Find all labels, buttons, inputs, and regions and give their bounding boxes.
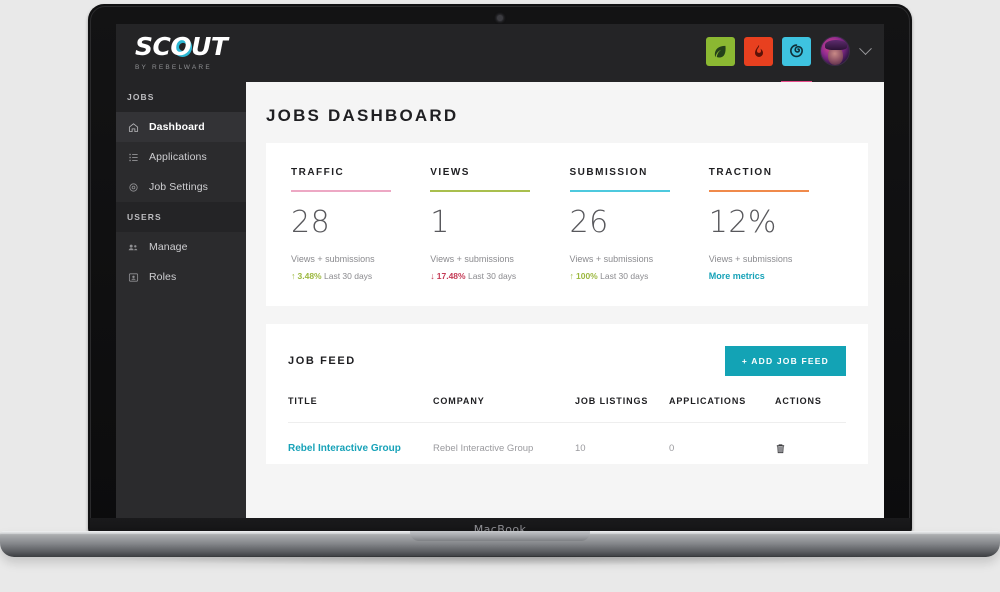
topbar-actions <box>706 36 872 84</box>
screenshot-stage: SCOUT BY REBELWARE JOBS Dashboard Applic… <box>0 0 1000 592</box>
stat-sub: Views + submissions <box>708 253 793 264</box>
page-title: JOBS DASHBOARD <box>266 106 459 125</box>
laptop-shadow <box>60 556 940 566</box>
badge-icon <box>127 271 139 283</box>
column-header-applications: APPLICATIONS <box>669 395 775 423</box>
stat-rule <box>430 190 531 192</box>
stat-sub: Views + submissions <box>569 253 654 264</box>
row-title-link[interactable]: Rebel Interactive Group <box>288 422 433 455</box>
stat-delta-value: 17.48% <box>436 270 466 281</box>
scout-app-icon[interactable] <box>781 36 812 84</box>
sidebar-section-users: USERS <box>116 202 246 232</box>
sidebar-item-label: Manage <box>149 241 188 253</box>
sidebar-item-dashboard[interactable]: Dashboard <box>116 112 246 142</box>
stat-value: 1 <box>430 204 450 240</box>
stat-traction: TRACTION 12% Views + submissions More me… <box>708 167 848 284</box>
more-metrics-link[interactable]: More metrics <box>709 271 765 281</box>
column-header-job-listings: JOB LISTINGS <box>575 395 669 423</box>
sidebar-item-applications[interactable]: Applications <box>116 142 246 172</box>
sidebar: JOBS Dashboard Applications Job Settings… <box>116 82 246 518</box>
stat-sub: Views + submissions <box>430 253 514 264</box>
delete-icon[interactable] <box>775 442 786 455</box>
job-feed-card: JOB FEED + ADD JOB FEED TITLE COMPANY JO… <box>266 323 868 464</box>
brand-logo[interactable]: SCOUT BY REBELWARE <box>135 32 247 72</box>
list-icon <box>127 151 139 163</box>
stat-sub: Views + submissions <box>291 253 375 264</box>
swirl-icon <box>790 43 803 57</box>
user-avatar[interactable] <box>820 36 850 66</box>
leaf-app-icon[interactable] <box>706 36 735 66</box>
stat-rule <box>708 190 809 192</box>
flame-icon <box>754 44 763 57</box>
sidebar-item-label: Applications <box>149 151 207 163</box>
stat-delta-value: 3.48% <box>297 270 322 281</box>
stat-value: 26 <box>569 204 609 240</box>
sidebar-section-jobs: JOBS <box>116 82 246 112</box>
sidebar-item-manage[interactable]: Manage <box>116 232 246 262</box>
stat-value: 12% <box>708 204 777 240</box>
sidebar-item-roles[interactable]: Roles <box>116 262 246 292</box>
job-feed-header: JOB FEED + ADD JOB FEED <box>288 345 846 376</box>
stat-traffic: TRAFFIC 28 Views + submissions ↑ 3.48% La… <box>291 167 430 284</box>
row-actions <box>775 422 846 455</box>
row-company: Rebel Interactive Group <box>433 442 534 454</box>
row-applications: 0 <box>669 442 675 454</box>
stat-label: TRACTION <box>708 167 773 178</box>
column-header-actions: ACTIONS <box>775 395 846 423</box>
stat-value: 28 <box>291 204 331 240</box>
job-feed-title: JOB FEED <box>288 354 356 367</box>
leaf-icon <box>714 45 726 58</box>
table-header-row: TITLE COMPANY JOB LISTINGS APPLICATIONS … <box>288 395 846 423</box>
stat-label: VIEWS <box>430 167 470 178</box>
users-icon <box>127 241 139 253</box>
screen: SCOUT BY REBELWARE JOBS Dashboard Applic… <box>116 24 884 518</box>
stats-card: TRAFFIC 28 Views + submissions ↑ 3.48% La… <box>266 143 868 306</box>
stat-delta-value: 100% <box>576 270 598 281</box>
stat-rule <box>569 190 670 192</box>
flame-app-icon[interactable] <box>744 36 773 66</box>
app-topbar: SCOUT BY REBELWARE <box>116 24 884 84</box>
stat-delta-period: Last 30 days <box>467 270 517 281</box>
column-header-company: COMPANY <box>433 395 575 423</box>
logo-text: SCOUT <box>135 32 228 61</box>
sidebar-item-label: Roles <box>149 271 177 283</box>
stat-label: SUBMISSION <box>569 167 648 178</box>
laptop-base-notch <box>410 531 590 541</box>
chevron-down-icon[interactable] <box>859 41 872 55</box>
sidebar-item-job-settings[interactable]: Job Settings <box>116 172 246 202</box>
sidebar-item-label: Job Settings <box>149 181 208 193</box>
stat-views: VIEWS 1 Views + submissions ↓ 17.48% Last… <box>430 167 569 284</box>
stat-delta: ↑ 100% Last 30 days <box>570 271 709 281</box>
stat-submission: SUBMISSION 26 Views + submissions ↑ 100% … <box>569 167 709 284</box>
stat-rule <box>291 190 391 192</box>
arrow-down-icon: ↓ <box>430 270 435 281</box>
stat-delta-period: Last 30 days <box>323 270 373 281</box>
row-job-listings: 10 <box>575 442 586 454</box>
add-job-feed-button[interactable]: + ADD JOB FEED <box>724 345 846 376</box>
table-row: Rebel Interactive Group Rebel Interactiv… <box>288 422 846 455</box>
column-header-title: TITLE <box>288 395 433 423</box>
arrow-up-icon: ↑ <box>569 270 575 281</box>
stat-label: TRAFFIC <box>291 167 345 178</box>
main-content: JOBS DASHBOARD TRAFFIC 28 Views + submis… <box>246 82 884 518</box>
logo-tagline: BY REBELWARE <box>135 64 212 71</box>
job-feed-table: TITLE COMPANY JOB LISTINGS APPLICATIONS … <box>288 395 846 455</box>
arrow-up-icon: ↑ <box>291 270 296 281</box>
sidebar-item-label: Dashboard <box>149 121 205 133</box>
home-icon <box>127 121 139 133</box>
stat-delta-period: Last 30 days <box>600 270 649 281</box>
stat-delta: ↓ 17.48% Last 30 days <box>430 271 569 281</box>
stats-row: TRAFFIC 28 Views + submissions ↑ 3.48% La… <box>291 167 848 284</box>
stat-delta: ↑ 3.48% Last 30 days <box>291 271 430 281</box>
gear-icon <box>127 181 139 193</box>
webcam-icon <box>497 15 503 21</box>
